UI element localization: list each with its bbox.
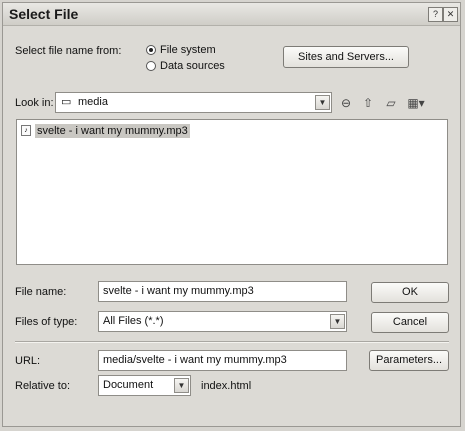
view-menu-icon[interactable]: ▦▾ (405, 96, 427, 110)
sites-and-servers-button[interactable]: Sites and Servers... (283, 46, 409, 68)
folder-icon: ▭ (61, 96, 72, 108)
divider (15, 341, 449, 343)
files-of-type-dropdown[interactable]: All Files (*.*) (98, 311, 347, 332)
source-label: Select file name from: (15, 45, 122, 57)
dialog-title: Select File (9, 6, 79, 22)
file-name-text: svelte - i want my mummy.mp3 (35, 124, 190, 138)
cancel-button[interactable]: Cancel (371, 312, 449, 333)
files-of-type-chevron-down-icon[interactable]: ▼ (330, 314, 345, 329)
look-in-chevron-down-icon[interactable]: ▼ (315, 95, 330, 110)
file-name-input[interactable]: svelte - i want my mummy.mp3 (98, 281, 347, 302)
file-list[interactable]: ♪ svelte - i want my mummy.mp3 (16, 119, 448, 265)
relative-to-chevron-down-icon[interactable]: ▼ (174, 378, 189, 393)
relative-to-label: Relative to: (15, 380, 71, 392)
help-icon[interactable]: ? (428, 7, 443, 22)
url-input[interactable]: media/svelte - i want my mummy.mp3 (98, 350, 347, 371)
file-system-option-label: File system (160, 44, 216, 56)
look-in-label: Look in: (15, 97, 54, 109)
parameters-button[interactable]: Parameters... (369, 350, 449, 371)
back-icon[interactable]: ⊖ (339, 96, 353, 110)
up-folder-icon[interactable]: ⇧ (361, 96, 375, 110)
new-folder-icon[interactable]: ▱ (383, 96, 399, 110)
close-icon[interactable]: ✕ (443, 7, 458, 22)
look-in-dropdown[interactable]: ▭ media (55, 92, 332, 113)
title-bar: Select File ? ✕ (3, 3, 460, 26)
file-name-label: File name: (15, 286, 67, 298)
ok-button[interactable]: OK (371, 282, 449, 303)
files-of-type-label: Files of type: (15, 316, 78, 328)
look-in-value: media (78, 96, 108, 108)
select-file-dialog: Select File ? ✕ Select file name from: F… (2, 2, 461, 427)
data-sources-option-label: Data sources (160, 60, 225, 72)
file-system-radio[interactable] (146, 45, 156, 55)
data-sources-radio[interactable] (146, 61, 156, 71)
url-label: URL: (15, 355, 41, 367)
relative-file-name: index.html (201, 380, 252, 392)
audio-file-icon: ♪ (21, 125, 31, 136)
